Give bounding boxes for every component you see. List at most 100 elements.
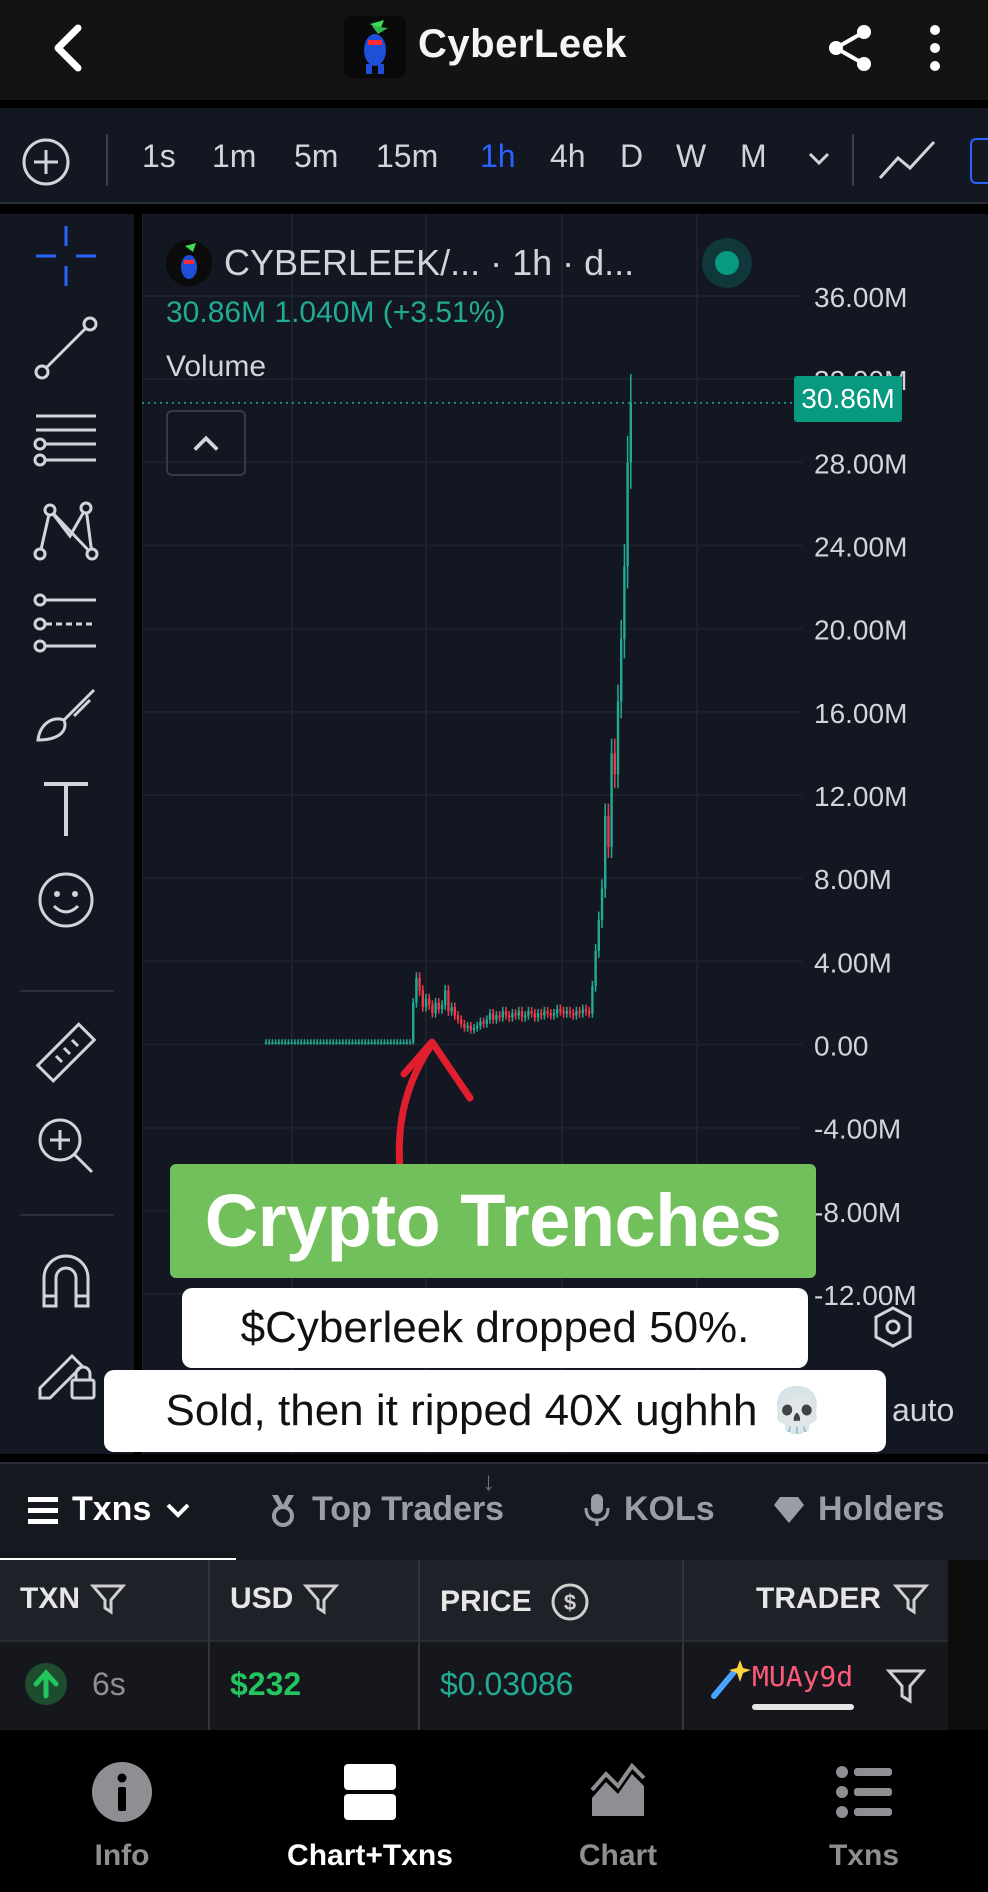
caption-line-2: Sold, then it ripped 40X ughhh 💀 (104, 1370, 886, 1452)
emoji-icon[interactable] (30, 864, 102, 936)
collapse-indicators-button[interactable] (166, 410, 246, 476)
chevron-down-icon (166, 1503, 190, 1518)
trader-name[interactable]: MUAy9d (752, 1660, 853, 1693)
nav-chart-txns[interactable]: Chart+Txns (270, 1760, 470, 1873)
tab-kols[interactable]: KOLs (582, 1490, 715, 1529)
tab-txns[interactable]: Txns (28, 1490, 193, 1529)
fib-retracement-icon[interactable] (30, 404, 102, 476)
candle-body (351, 1042, 354, 1044)
candle-body (594, 950, 597, 987)
brush-icon[interactable] (30, 680, 102, 752)
candle-body (511, 1013, 514, 1018)
candle-body (402, 1042, 405, 1044)
bottom-navigation: Info Chart+Txns Chart Txns (0, 1730, 988, 1892)
zoom-in-icon[interactable] (30, 1110, 102, 1182)
candle-body (389, 1042, 392, 1044)
line-chart-type-icon[interactable] (876, 134, 938, 186)
candle-body (485, 1019, 488, 1024)
candle-body (348, 1042, 351, 1044)
candle-body (319, 1042, 322, 1044)
candle-body (399, 1042, 402, 1044)
y-tick-label: 8.00M (814, 864, 892, 895)
lock-drawings-icon[interactable] (30, 1334, 102, 1406)
timeframe-5m[interactable]: 5m (294, 138, 338, 175)
candle-body (440, 1004, 444, 1010)
timeframe-15m[interactable]: 15m (376, 138, 438, 175)
candle-body (501, 1011, 504, 1018)
top-app-bar: CyberLeek (0, 0, 988, 100)
candle-body (434, 1002, 437, 1014)
back-arrow-icon[interactable] (48, 22, 88, 74)
nav-chart[interactable]: Chart (518, 1760, 718, 1873)
share-icon[interactable] (824, 22, 876, 74)
timeframe-m[interactable]: M (740, 138, 767, 175)
forecast-tool-icon[interactable] (30, 588, 102, 660)
candle-body (498, 1015, 501, 1018)
candle-body (604, 815, 607, 889)
candle-body (274, 1042, 277, 1044)
add-indicator-icon[interactable] (20, 136, 72, 188)
chevron-down-icon[interactable] (804, 144, 834, 174)
candle-body (549, 1013, 552, 1016)
timeframe-w[interactable]: W (676, 138, 706, 175)
more-vertical-icon[interactable] (918, 22, 952, 74)
sparkle-wand-icon (711, 1660, 751, 1699)
candle-body (540, 1013, 543, 1016)
auto-scale-toggle[interactable]: auto (892, 1392, 954, 1429)
text-tool-icon[interactable] (30, 772, 102, 844)
candle-body (607, 815, 610, 847)
nav-info[interactable]: Info (22, 1760, 222, 1873)
timeframe-toolbar: 1s 1m 5m 15m 1h 4h D W M (0, 108, 988, 204)
tab-label: Holders (818, 1490, 945, 1528)
pattern-tool-icon[interactable] (30, 496, 102, 568)
candle-body (476, 1025, 479, 1028)
overlay-banner: Crypto Trenches (170, 1164, 816, 1278)
header-txn[interactable]: TXN (20, 1582, 126, 1616)
tab-label: Txns (72, 1490, 152, 1528)
divider (106, 134, 108, 186)
timeframe-d[interactable]: D (620, 138, 643, 175)
y-tick-label: 36.00M (814, 282, 907, 313)
candle-body (341, 1042, 344, 1044)
trend-line-icon[interactable] (30, 312, 102, 384)
ruler-icon[interactable] (30, 1018, 102, 1090)
timeframe-4h[interactable]: 4h (550, 138, 586, 175)
app-logo (344, 16, 406, 78)
candle-body (508, 1015, 511, 1018)
table-row[interactable]: 6s $232 $0.03086 MUAy9d (0, 1640, 948, 1730)
caption-line-1: $Cyberleek dropped 50%. (182, 1288, 808, 1368)
candle-body (300, 1042, 303, 1044)
candle-body (383, 1042, 386, 1044)
currency-toggle-icon: $ (551, 1583, 589, 1621)
magnet-icon[interactable] (30, 1244, 102, 1316)
volume-indicator-label[interactable]: Volume (166, 350, 266, 384)
candle-body (309, 1042, 312, 1044)
timeframe-1s[interactable]: 1s (142, 138, 176, 175)
symbol-name: CYBERLEEK/... · 1h · d... (224, 242, 635, 283)
tab-top-traders[interactable]: Top Traders (266, 1490, 504, 1529)
symbol-header[interactable]: CYBERLEEK/... · 1h · d... (166, 238, 634, 288)
candle-body (447, 990, 450, 1012)
nav-txns[interactable]: Txns (764, 1760, 964, 1873)
more-tools-edge[interactable] (970, 138, 988, 184)
header-label: USD (230, 1582, 294, 1615)
table-edge (948, 1560, 988, 1730)
candle-body (533, 1013, 536, 1018)
settings-hexagon-icon[interactable] (870, 1304, 916, 1350)
candle-body (453, 1007, 456, 1016)
timeframe-1h[interactable]: 1h (480, 138, 516, 175)
candle-body (290, 1042, 293, 1044)
candle-body (543, 1011, 546, 1016)
candle-body (280, 1042, 284, 1044)
filter-trader-icon[interactable] (886, 1668, 926, 1704)
crosshair-icon[interactable] (30, 220, 102, 292)
candle-body (421, 990, 424, 1008)
candle-body (460, 1019, 463, 1024)
candle-body (332, 1042, 335, 1044)
header-usd[interactable]: USD (230, 1582, 340, 1616)
timeframe-1m[interactable]: 1m (212, 138, 256, 175)
header-trader[interactable]: TRADER (756, 1582, 929, 1616)
header-price[interactable]: PRICE $ (440, 1582, 590, 1622)
candle-body (565, 1011, 568, 1014)
tab-holders[interactable]: Holders (772, 1490, 945, 1529)
